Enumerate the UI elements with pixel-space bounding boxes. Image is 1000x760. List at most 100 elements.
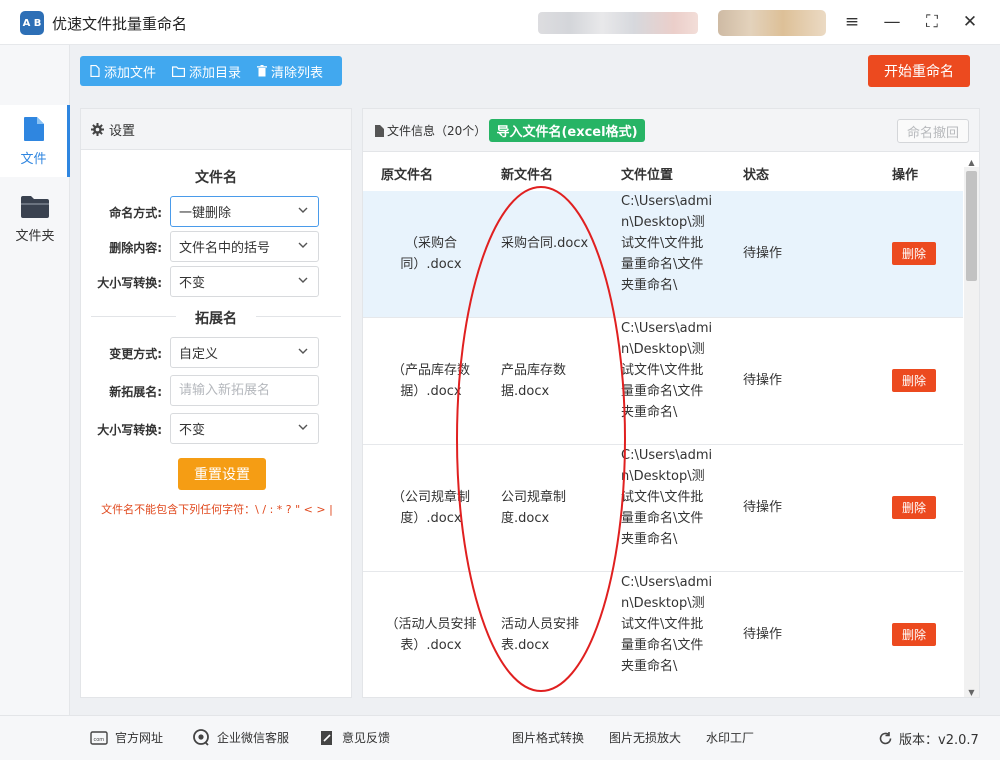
- maximize-icon[interactable]: ⛶: [920, 10, 944, 34]
- delete-content-label: 删除内容:: [109, 241, 162, 255]
- official-website-label: 官方网址: [115, 731, 164, 745]
- change-mode-select[interactable]: 自定义: [170, 337, 319, 368]
- title-bar: A B 优速文件批量重命名 ≡ — ⛶ ✕: [0, 0, 1000, 45]
- svg-text:com: com: [94, 737, 105, 743]
- table-row[interactable]: （产品库存数据）.docx 产品库存数据.docx C:\Users\admin…: [363, 318, 963, 445]
- nav-label-file: 文件: [20, 151, 47, 167]
- menu-icon[interactable]: ≡: [840, 10, 864, 34]
- status-bar: com 官方网址 企业微信客服 意见反馈 图片格式转换 图片无损放大 水印工厂 …: [0, 715, 1000, 760]
- new-extension-label: 新拓展名:: [109, 385, 162, 399]
- new-extension-input[interactable]: [170, 375, 319, 406]
- file-status: 待操作: [743, 627, 783, 642]
- rename-undo-button[interactable]: 命名撤回: [897, 119, 969, 143]
- settings-panel: 设置 文件名 命名方式: 一键删除 删除内容: 文件名中的括号 大小写转换: 不…: [80, 108, 352, 698]
- file-list-panel: 文件信息（20个） 导入文件名(excel格式) 命名撤回 原文件名 新文件名 …: [362, 108, 980, 698]
- toolbar: 添加文件 添加目录 清除列表: [80, 56, 342, 86]
- start-rename-button[interactable]: 开始重命名: [868, 55, 970, 87]
- folder-icon: [172, 65, 186, 77]
- file-location: C:\Users\admin\Desktop\测试文件\文件批量重命名\文件夹重…: [621, 575, 713, 674]
- case-convert-label: 大小写转换:: [97, 276, 162, 290]
- file-info-label: 文件信息（20个）: [387, 124, 487, 138]
- version-label: 版本：v2.0.7: [899, 733, 979, 748]
- clear-list-label: 清除列表: [271, 65, 324, 81]
- file-status: 待操作: [743, 246, 783, 261]
- column-status[interactable]: 状态: [743, 164, 769, 183]
- wechat-support-link[interactable]: 企业微信客服: [192, 729, 289, 746]
- naming-mode-select[interactable]: 一键删除: [170, 196, 319, 227]
- minimize-icon[interactable]: —: [880, 10, 904, 34]
- file-location: C:\Users\admin\Desktop\测试文件\文件批量重命名\文件夹重…: [621, 194, 713, 293]
- reset-settings-button[interactable]: 重置设置: [178, 458, 266, 490]
- column-new-name[interactable]: 新文件名: [501, 164, 553, 183]
- delete-content-select[interactable]: 文件名中的括号: [170, 231, 319, 262]
- website-icon: com: [90, 730, 108, 745]
- gear-icon: [91, 122, 104, 136]
- new-filename: 公司规章制度.docx: [501, 490, 567, 526]
- case-convert-select[interactable]: 不变: [170, 266, 319, 297]
- import-filenames-button[interactable]: 导入文件名(excel格式): [489, 119, 645, 142]
- change-mode-value: 自定义: [179, 347, 219, 362]
- original-filename: （产品库存数据）.docx: [391, 363, 470, 399]
- column-location[interactable]: 文件位置: [621, 164, 673, 183]
- delete-row-button[interactable]: 删除: [892, 369, 936, 392]
- file-location: C:\Users\admin\Desktop\测试文件\文件批量重命名\文件夹重…: [621, 321, 713, 420]
- table-row[interactable]: （活动人员安排表）.docx 活动人员安排表.docx C:\Users\adm…: [363, 572, 963, 697]
- table-row[interactable]: （公司规章制度）.docx 公司规章制度.docx C:\Users\admin…: [363, 445, 963, 572]
- case-convert-value: 不变: [179, 276, 206, 291]
- new-filename: 活动人员安排表.docx: [501, 617, 580, 653]
- naming-mode-value: 一键删除: [179, 206, 232, 221]
- add-file-button[interactable]: 添加文件: [90, 62, 156, 81]
- image-format-convert-link[interactable]: 图片格式转换: [512, 729, 584, 746]
- ext-case-convert-label: 大小写转换:: [97, 423, 162, 437]
- file-status: 待操作: [743, 500, 783, 515]
- file-list-header: 文件信息（20个） 导入文件名(excel格式) 命名撤回: [363, 109, 979, 152]
- scroll-up-arrow[interactable]: ▲: [967, 159, 976, 167]
- delete-content-value: 文件名中的括号: [179, 241, 271, 256]
- nav-label-folder: 文件夹: [15, 228, 55, 244]
- watermark-factory-link[interactable]: 水印工厂: [706, 729, 754, 746]
- image-enlarge-link[interactable]: 图片无损放大: [609, 729, 681, 746]
- chevron-down-icon: [298, 277, 308, 283]
- left-nav: 文件 文件夹: [0, 45, 70, 715]
- blurred-user-avatar[interactable]: [718, 10, 826, 36]
- version-info[interactable]: 版本：v2.0.7: [878, 729, 979, 748]
- file-icon: [90, 65, 100, 77]
- column-action[interactable]: 操作: [892, 164, 918, 183]
- clear-list-button[interactable]: 清除列表: [257, 62, 323, 81]
- delete-row-button[interactable]: 删除: [892, 496, 936, 519]
- app-logo: A B: [20, 11, 44, 35]
- chevron-down-icon: [298, 242, 308, 248]
- wechat-support-label: 企业微信客服: [217, 731, 290, 745]
- feedback-link[interactable]: 意见反馈: [320, 729, 390, 746]
- table-row[interactable]: （采购合同）.docx 采购合同.docx C:\Users\admin\Des…: [363, 191, 963, 318]
- official-website-link[interactable]: com 官方网址: [90, 729, 163, 746]
- change-mode-label: 变更方式:: [109, 347, 162, 361]
- add-directory-button[interactable]: 添加目录: [172, 62, 241, 81]
- nav-item-file[interactable]: 文件: [0, 105, 70, 177]
- blurred-account-info: [538, 12, 698, 34]
- file-info-title: 文件信息（20个）: [374, 122, 486, 139]
- edit-icon: [321, 730, 332, 745]
- scroll-down-arrow[interactable]: ▼: [967, 689, 976, 697]
- invalid-chars-warning: 文件名不能包含下列任何字符：\ / : * ? " < > |: [101, 503, 333, 516]
- settings-header: 设置: [81, 109, 351, 150]
- delete-row-button[interactable]: 删除: [892, 242, 936, 265]
- nav-item-folder[interactable]: 文件夹: [0, 183, 70, 255]
- chevron-down-icon: [298, 348, 308, 354]
- close-icon[interactable]: ✕: [958, 10, 982, 34]
- original-filename: （公司规章制度）.docx: [391, 490, 470, 526]
- add-file-label: 添加文件: [104, 65, 157, 81]
- file-status: 待操作: [743, 373, 783, 388]
- add-directory-label: 添加目录: [189, 65, 242, 81]
- original-filename: （采购合同）.docx: [400, 236, 462, 272]
- settings-title: 设置: [109, 123, 136, 139]
- scrollbar-thumb[interactable]: [966, 171, 977, 281]
- feedback-label: 意见反馈: [342, 731, 391, 745]
- ext-case-convert-value: 不变: [179, 423, 206, 438]
- file-location: C:\Users\admin\Desktop\测试文件\文件批量重命名\文件夹重…: [621, 448, 713, 547]
- column-original-name[interactable]: 原文件名: [381, 164, 433, 183]
- chevron-down-icon: [298, 207, 308, 213]
- ext-case-convert-select[interactable]: 不变: [170, 413, 319, 444]
- delete-row-button[interactable]: 删除: [892, 623, 936, 646]
- refresh-icon: [879, 732, 892, 745]
